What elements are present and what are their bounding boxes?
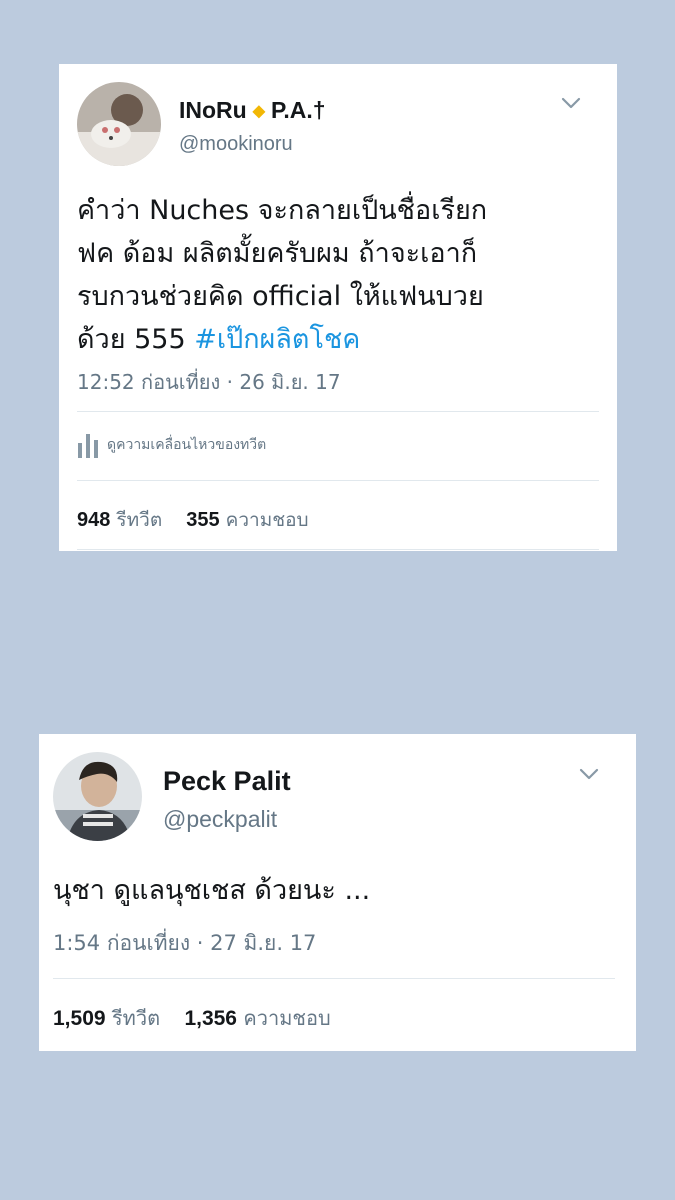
like-label: ความชอบ (225, 509, 309, 531)
display-name[interactable]: INoRu ◆ P.A.† (179, 97, 326, 124)
retweet-count[interactable]: 948 (77, 509, 110, 531)
like-count[interactable]: 355 (186, 509, 219, 531)
tweet-activity-link[interactable]: ดูความเคลื่อนไหวของทวีต (77, 432, 266, 458)
tweet-timestamp[interactable]: 12:52 ก่อนเที่ยง · 26 มิ.ย. 17 (77, 366, 341, 398)
user-handle[interactable]: @mookinoru (179, 133, 293, 156)
divider (77, 549, 599, 550)
tweet-stats: 1,509 รีทวีต 1,356 ความชอบ (53, 1002, 331, 1034)
divider (77, 411, 599, 412)
like-label: ความชอบ (243, 1006, 331, 1030)
avatar[interactable] (53, 752, 142, 841)
tweet-text: นุชา ดูแลนุชเชส ด้วยนะ ... (53, 875, 371, 906)
display-name[interactable]: Peck Palit (163, 766, 291, 797)
user-handle[interactable]: @peckpalit (163, 806, 277, 833)
bar-chart-icon (78, 434, 98, 458)
retweet-label: รีทวีต (116, 509, 163, 531)
retweet-label: รีทวีต (111, 1006, 161, 1030)
tweet-card-2: Peck Palit @peckpalit นุชา ดูแลนุชเชส ด้… (39, 734, 636, 1051)
chevron-down-icon[interactable] (579, 765, 599, 784)
activity-label: ดูความเคลื่อนไหวของทวีต (107, 437, 267, 453)
divider (77, 480, 599, 481)
tweet-stats: 948 รีทวีต 355 ความชอบ (77, 505, 309, 535)
divider (53, 978, 615, 979)
hashtag-link[interactable]: #เป๊กผลิตโชค (194, 324, 360, 355)
chevron-down-icon[interactable] (561, 94, 581, 113)
like-count[interactable]: 1,356 (184, 1007, 237, 1030)
avatar[interactable] (77, 82, 161, 166)
tweet-text: คำว่า Nuches จะกลายเป็นชื่อเรียก ฟค ด้อม… (77, 195, 488, 355)
diamond-icon: ◆ (252, 103, 266, 120)
retweet-count[interactable]: 1,509 (53, 1007, 106, 1030)
tweet-timestamp[interactable]: 1:54 ก่อนเที่ยง · 27 มิ.ย. 17 (53, 927, 316, 960)
tweet-card-1: INoRu ◆ P.A.† @mookinoru คำว่า Nuches จะกล… (59, 64, 617, 551)
